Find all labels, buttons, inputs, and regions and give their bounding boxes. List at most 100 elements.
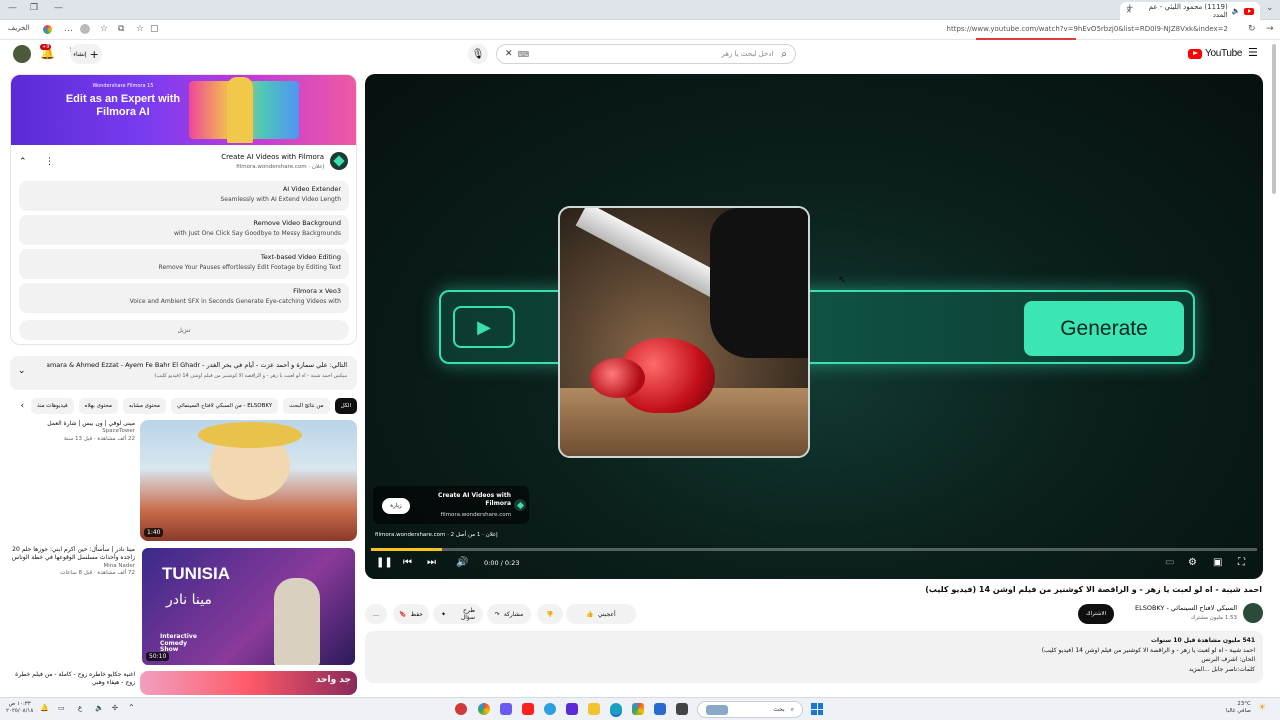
more-icon[interactable]: … [64, 24, 73, 34]
search-box[interactable]: ⌕ ادخل لبحث يا زهر ⌨ ✕ [496, 44, 796, 64]
ad-row[interactable]: AI Video Extender Seamlessly with AI Exte… [19, 181, 349, 211]
app-icon[interactable] [500, 703, 512, 715]
menu-hamburger-icon[interactable]: ☰ [1248, 46, 1258, 59]
language-icon[interactable]: ع [78, 704, 82, 712]
browser-tab-bar: — ❐ — ⌄ 🔈 (1119) محمود الليثي - عم المدد… [0, 0, 1280, 20]
previous-icon[interactable]: ⏮ [403, 557, 412, 568]
ad-visit-button[interactable]: زيارة [382, 498, 410, 514]
channel-name[interactable]: السبكي لافتاح السينمائي - ELSOBKY [1135, 604, 1237, 612]
ad-download-button[interactable]: تنزيل [19, 320, 349, 340]
favorites-icon[interactable]: ☆ [100, 24, 108, 34]
volume-icon[interactable]: 🔊 [456, 557, 468, 568]
ad-banner[interactable]: Wondershare Filmora 15 Edit as an Expert… [11, 75, 356, 145]
chip[interactable]: محتوى مشابه [122, 398, 166, 414]
chip-all[interactable]: الكل [334, 398, 357, 414]
app-icon[interactable] [654, 703, 666, 715]
expand-playlist-icon[interactable]: ⌄ [18, 366, 26, 376]
back-icon[interactable]: → [1266, 24, 1274, 34]
mute-icon[interactable]: 🔈 [1232, 7, 1241, 15]
browser-tab[interactable]: 🔈 (1119) محمود الليثي - عم المدد ✕ [1120, 2, 1260, 20]
star-icon[interactable]: ☆ [136, 24, 144, 34]
file-explorer-icon[interactable] [588, 703, 600, 715]
progress-track[interactable] [371, 548, 1257, 551]
taskbar-search[interactable]: ⌕ بحث [697, 701, 803, 718]
chips-scroll-left-icon[interactable]: ‹ [20, 401, 24, 411]
search-icon[interactable]: ⌕ [781, 49, 787, 60]
video-thumbnail[interactable]: جد واحد [140, 671, 357, 695]
split-screen-icon[interactable]: ▢ [150, 24, 159, 34]
chip[interactable]: من نتائج البحث [283, 398, 330, 414]
voice-search-button[interactable]: 🎙 [468, 44, 488, 64]
edge-icon[interactable] [610, 703, 622, 715]
new-tab-icon[interactable]: + [1126, 3, 1134, 13]
video-player[interactable]: ▶ Generate زيارة Create AI Videos with F… [365, 74, 1263, 579]
minimize-icon[interactable]: — [8, 3, 17, 13]
app-icon[interactable] [455, 703, 467, 715]
chip[interactable]: فيديوهات منذ [31, 398, 74, 414]
extensions-icon[interactable]: ⧉ [118, 24, 124, 34]
description-line: احمد شيبة - اه لو لعبت يا زهر - و الراقص… [1041, 646, 1255, 654]
display-icon[interactable]: ▭ [58, 704, 65, 712]
notification-icon[interactable]: 🔔 [40, 704, 49, 712]
more-actions-button[interactable]: … [365, 604, 387, 624]
settings-gear-icon[interactable]: ⚙ [1188, 557, 1197, 568]
clear-search-icon[interactable]: ✕ [505, 49, 513, 59]
copilot-icon[interactable] [632, 703, 644, 715]
search-input[interactable]: ادخل لبحث يا زهر [534, 50, 773, 58]
filmora-logo-icon [514, 499, 526, 511]
video-thumbnail[interactable]: TUNISIA مينا نادر Interactive Comedy Sho… [140, 546, 357, 667]
video-thumbnail[interactable]: 1:40 [140, 420, 357, 541]
chip[interactable]: من السبكي لافتاح السينمائي - ELSOBKY [170, 398, 279, 414]
profile-avatar-icon[interactable] [80, 24, 90, 34]
video-description[interactable]: 541 مليون مشاهدة قبل 10 سنوات احمد شيبة … [365, 631, 1263, 683]
taskbar-search-label: بحث [773, 706, 785, 713]
save-button[interactable]: حفظ 🔖 [393, 604, 429, 624]
collapse-ad-icon[interactable]: ⌃ [19, 157, 27, 167]
subtitles-icon[interactable]: ▭ [1165, 557, 1174, 568]
telegram-icon[interactable] [544, 703, 556, 715]
channel-avatar[interactable] [1243, 603, 1263, 623]
account-avatar[interactable] [13, 45, 31, 63]
recommended-video[interactable]: 1:40 مينى لوفي | ون بيس | شارة العمل Spa… [10, 420, 357, 541]
close-window-icon[interactable]: — [54, 3, 63, 13]
url-field[interactable]: https://www.youtube.com/watch?v=9hEvO5rb… [947, 25, 1228, 33]
share-button[interactable]: مشاركة ↷ [487, 604, 531, 624]
ad-row[interactable]: Filmora x Veo3 Voice and Ambient SFX in S… [19, 283, 349, 313]
youtube-app-icon[interactable] [522, 703, 534, 715]
recommended-video[interactable]: TUNISIA مينا نادر Interactive Comedy Sho… [10, 546, 357, 667]
playlist-next-up[interactable]: التالي: علي سمارة و أحمد عزت - أيام في ب… [10, 356, 357, 390]
speaker-icon[interactable]: 🔈 [95, 704, 104, 712]
ad-row[interactable]: Remove Video Background with Just One Cli… [19, 215, 349, 245]
taskbar-clock[interactable]: ١٠:٣٣ ص ٢٠٢٥/٠٨/١٨ [6, 701, 33, 715]
pause-icon[interactable]: ❚❚ [376, 557, 393, 568]
tab-list-icon[interactable]: ⌄ [1266, 3, 1274, 13]
copilot-icon[interactable] [43, 25, 52, 34]
chrome-icon[interactable] [478, 703, 490, 715]
recommended-video[interactable]: جد واحد اغنية حكايو خاطره زوح - كاملة - … [10, 671, 357, 695]
tray-overflow-icon[interactable]: ⌃ [128, 703, 135, 712]
player-ad-card[interactable]: زيارة Create AI Videos with Filmora film… [373, 486, 529, 524]
subscribe-button[interactable]: الاشتراك [1078, 604, 1115, 624]
youtube-logo[interactable]: YouTube [1188, 48, 1243, 59]
network-icon[interactable]: ✣ [112, 704, 118, 712]
chip[interactable]: محتوى بهلاه [78, 398, 118, 414]
profile-label[interactable]: الخريف [8, 24, 30, 32]
theater-mode-icon[interactable]: ▣ [1213, 557, 1222, 568]
create-button[interactable]: إنشاء + [70, 44, 102, 64]
start-windows-icon[interactable] [811, 703, 823, 715]
page-scrollbar[interactable] [1272, 44, 1276, 194]
app-icon[interactable] [676, 703, 688, 715]
dislike-button[interactable]: 👎 [537, 604, 563, 624]
restore-icon[interactable]: ❐ [30, 3, 38, 13]
fullscreen-icon[interactable]: ⛶ [1238, 557, 1245, 568]
ad-options-icon[interactable]: ⋮ [45, 157, 54, 167]
ask-button[interactable]: طرح سؤال ✦ [433, 604, 483, 624]
ad-title[interactable]: Create AI Videos with Filmora [221, 153, 324, 161]
reload-icon[interactable]: ↻ [1248, 24, 1256, 34]
weather-widget[interactable]: 23°C صافي غالبا [1226, 701, 1251, 715]
keyboard-icon[interactable]: ⌨ [518, 50, 530, 59]
app-icon[interactable] [566, 703, 578, 715]
ad-row[interactable]: Text-based Video Editing Remove Your Paus… [19, 249, 349, 279]
like-button[interactable]: أعجبني 👍 [566, 604, 636, 624]
next-icon[interactable]: ⏭ [427, 557, 436, 568]
